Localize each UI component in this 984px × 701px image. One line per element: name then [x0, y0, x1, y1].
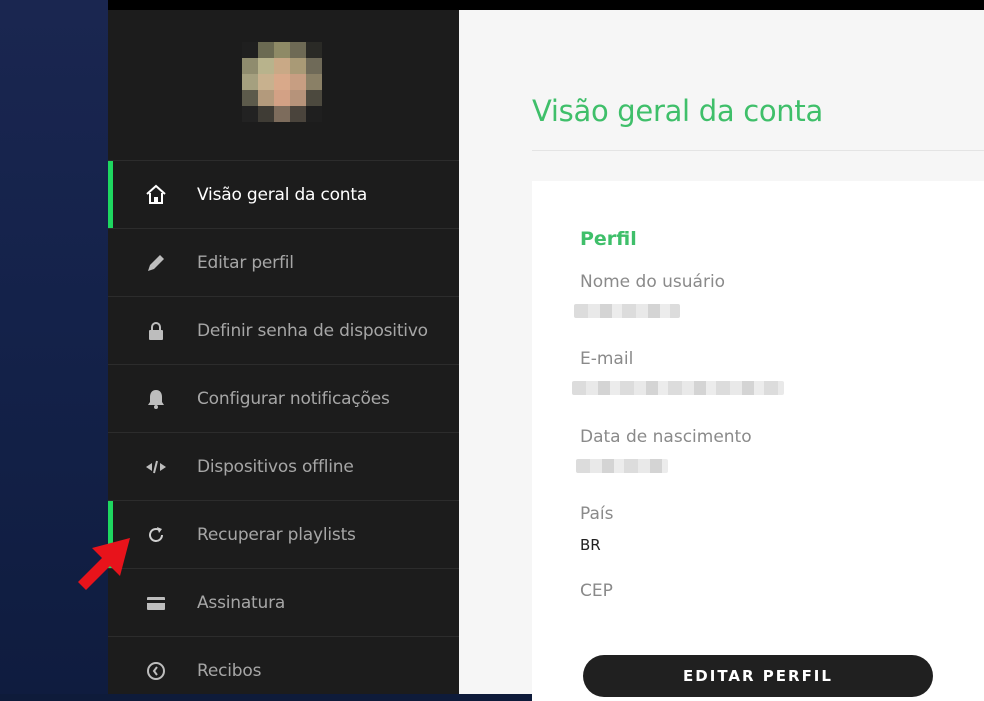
sidebar: Visão geral da conta Editar perfil Defin… [108, 10, 459, 694]
clock-icon [144, 659, 168, 683]
sidebar-item-label: Dispositivos offline [197, 456, 354, 477]
sidebar-item-label: Configurar notificações [197, 388, 390, 409]
sidebar-item-label: Definir senha de dispositivo [197, 320, 428, 341]
main-content: Visão geral da conta Perfil Nome do usuá… [459, 10, 984, 701]
profile-card: Perfil Nome do usuário E-mail Data de na… [532, 181, 984, 701]
zip-label: CEP [580, 581, 613, 601]
divider [532, 150, 984, 151]
sidebar-item-notifications[interactable]: Configurar notificações [108, 364, 459, 432]
sidebar-item-recover-playlists[interactable]: Recuperar playlists [108, 500, 459, 568]
sidebar-nav: Visão geral da conta Editar perfil Defin… [108, 160, 459, 694]
birthdate-label: Data de nascimento [580, 427, 752, 447]
sidebar-item-receipts[interactable]: Recibos [108, 636, 459, 694]
email-value-redacted [572, 381, 784, 395]
section-title: Perfil [580, 228, 637, 250]
username-value-redacted [574, 304, 680, 318]
username-label: Nome do usuário [580, 272, 726, 292]
country-value: BR [580, 536, 601, 554]
country-label: País [580, 504, 614, 524]
home-icon [144, 183, 168, 207]
sidebar-item-label: Recibos [197, 660, 262, 681]
sidebar-item-account-overview[interactable]: Visão geral da conta [108, 160, 459, 228]
refresh-icon [144, 523, 168, 547]
card-icon [144, 591, 168, 615]
bell-icon [144, 387, 168, 411]
top-bar [108, 0, 984, 10]
sidebar-item-device-password[interactable]: Definir senha de dispositivo [108, 296, 459, 364]
sidebar-item-label: Editar perfil [197, 252, 294, 273]
sidebar-item-subscription[interactable]: Assinatura [108, 568, 459, 636]
red-arrow-annotation [78, 538, 130, 590]
avatar[interactable] [242, 42, 322, 122]
email-label: E-mail [580, 349, 634, 369]
sidebar-item-label: Recuperar playlists [197, 524, 356, 545]
active-indicator [108, 161, 113, 228]
lock-icon [144, 319, 168, 343]
birthdate-value-redacted [576, 459, 668, 473]
page-title: Visão geral da conta [532, 94, 823, 128]
sidebar-item-label: Assinatura [197, 592, 286, 613]
pencil-icon [144, 251, 168, 275]
edit-profile-button[interactable]: EDITAR PERFIL [583, 655, 933, 697]
devices-icon [144, 455, 168, 479]
sidebar-item-edit-profile[interactable]: Editar perfil [108, 228, 459, 296]
sidebar-item-label: Visão geral da conta [197, 184, 368, 205]
sidebar-item-offline-devices[interactable]: Dispositivos offline [108, 432, 459, 500]
